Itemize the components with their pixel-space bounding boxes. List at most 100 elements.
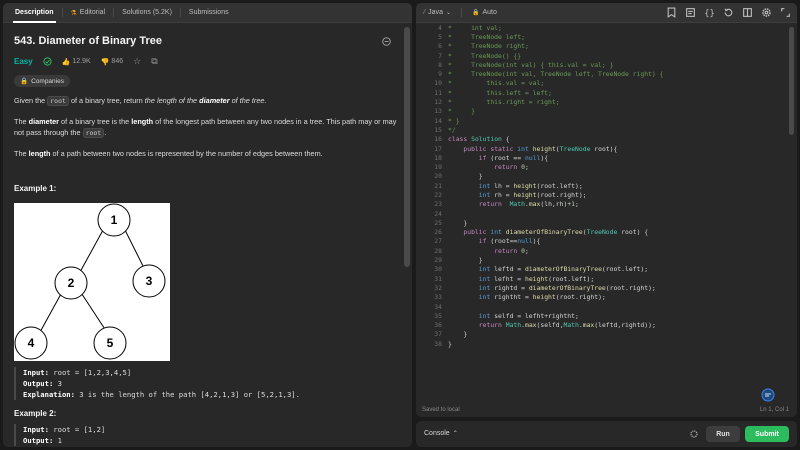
code-line[interactable]: 32 int rightd = diameterOfBinaryTree(roo…	[416, 283, 797, 292]
line-number: 6	[438, 42, 442, 51]
code-line[interactable]: 28 return 0;	[416, 246, 797, 255]
code-line[interactable]: 10 * this.val = val;	[416, 79, 797, 88]
line-number: 31	[434, 274, 442, 283]
code-line[interactable]: 33 int rightht = height(root.right);	[416, 293, 797, 302]
example-2-heading: Example 2:	[14, 409, 57, 418]
lock-icon: 🔒	[472, 10, 480, 16]
line-number: 37	[434, 330, 442, 339]
code-line[interactable]: 16 class Solution {	[416, 135, 797, 144]
note-icon[interactable]	[685, 7, 696, 18]
bookmark-icon[interactable]	[666, 7, 677, 18]
code-line[interactable]: 14 * }	[416, 116, 797, 125]
language-select[interactable]: ⁄ Java ⌄	[424, 9, 451, 16]
line-number: 27	[434, 237, 442, 246]
line-number: 38	[434, 339, 442, 348]
code-text: public static int height(TreeNode root){	[463, 144, 618, 153]
code-line[interactable]: 18 if (root == null){	[416, 153, 797, 162]
scrollbar[interactable]	[404, 27, 410, 267]
code-line[interactable]: 6 * TreeNode right;	[416, 42, 797, 51]
code-line[interactable]: 23 return Math.max(lh,rh)+1;	[416, 200, 797, 209]
code-line[interactable]: 5 * TreeNode left;	[416, 32, 797, 41]
code-line[interactable]: 27 if (root==null){	[416, 237, 797, 246]
line-number: 15	[434, 125, 442, 134]
debug-icon[interactable]	[689, 429, 699, 439]
code-line[interactable]: 35 int selfd = lefht+rightht;	[416, 311, 797, 320]
code-text: return Math.max(lh,rh)+1;	[478, 200, 579, 209]
svg-text:{}: {}	[704, 9, 715, 18]
run-button[interactable]: Run	[706, 426, 740, 442]
like-button[interactable]: 👍 12.9K	[62, 58, 91, 66]
code-line[interactable]: 8 * TreeNode(int val) { this.val = val; }	[416, 60, 797, 69]
submit-button[interactable]: Submit	[745, 426, 789, 442]
star-icon[interactable]: ☆	[133, 56, 141, 67]
tree-node-3: 3	[146, 274, 153, 288]
code-text: if (root == null){	[478, 153, 549, 162]
braces-icon[interactable]: {}	[704, 7, 715, 18]
share-icon[interactable]: ⧉	[151, 56, 157, 67]
code-line[interactable]: 13 * }	[416, 107, 797, 116]
gear-icon[interactable]	[761, 7, 772, 18]
code-area[interactable]: 4 * int val; 5 * TreeNode left; 6 * TreeNode …	[416, 23, 797, 348]
code-text: int rightht = height(root.right);	[478, 293, 606, 302]
tab-solutions[interactable]: Solutions (5.2K)	[114, 3, 180, 23]
auto-mode-toggle[interactable]: 🔒 Auto	[472, 9, 497, 16]
code-line[interactable]: 4 * int val;	[416, 23, 797, 32]
tree-node-5: 5	[107, 336, 114, 350]
code-line[interactable]: 15 */	[416, 125, 797, 134]
description-paragraph-2: The diameter of a binary tree is the len…	[14, 117, 397, 138]
difficulty-badge: Easy	[14, 57, 33, 66]
line-number: 10	[434, 79, 442, 88]
code-line[interactable]: 38}	[416, 339, 797, 348]
code-line[interactable]: 37 }	[416, 330, 797, 339]
code-text: * int val;	[448, 23, 502, 32]
code-line[interactable]: 36 return Math.max(selfd,Math.max(leftd,…	[416, 321, 797, 330]
problem-tabbar: Description ⚗ Editorial Solutions (5.2K)…	[3, 3, 412, 23]
code-line[interactable]: 9 * TreeNode(int val, TreeNode left, Tree…	[416, 69, 797, 78]
editor-scrollbar[interactable]	[789, 27, 794, 135]
code-line[interactable]: 21 int lh = height(root.left);	[416, 181, 797, 190]
companies-button[interactable]: 🔒 Companies	[14, 75, 70, 87]
example-1-heading: Example 1:	[14, 184, 57, 193]
cursor-position: Ln 1, Col 1	[759, 407, 789, 413]
info-icon[interactable]	[382, 36, 391, 46]
code-text: }	[448, 172, 483, 181]
line-number: 18	[434, 153, 442, 162]
line-number: 8	[438, 60, 442, 69]
line-number: 35	[434, 311, 442, 320]
code-line[interactable]: 25 }	[416, 218, 797, 227]
split-icon[interactable]	[742, 7, 753, 18]
code-text: * }	[448, 116, 460, 125]
code-line[interactable]: 34	[416, 302, 797, 311]
code-text: return Math.max(selfd,Math.max(leftd,rig…	[478, 321, 656, 330]
chevron-up-icon: ⌃	[452, 431, 458, 437]
code-line[interactable]: 19 return 0;	[416, 162, 797, 171]
line-number: 14	[434, 116, 442, 125]
code-line[interactable]: 12 * this.right = right;	[416, 97, 797, 106]
description-paragraph-3: The length of a path between two nodes i…	[14, 149, 323, 158]
dislike-button[interactable]: 👎 846	[101, 58, 123, 66]
chat-assistant-icon[interactable]	[761, 388, 775, 402]
code-line[interactable]: 26 public int diameterOfBinaryTree(TreeN…	[416, 228, 797, 237]
console-toggle[interactable]: Console ⌃	[424, 430, 458, 437]
code-line[interactable]: 22 int rh = height(root.right);	[416, 190, 797, 199]
code-line[interactable]: 29 }	[416, 255, 797, 264]
code-line[interactable]: 31 int lefht = height(root.left);	[416, 274, 797, 283]
line-number: 9	[438, 70, 442, 79]
code-line[interactable]: 30 int leftd = diameterOfBinaryTree(root…	[416, 265, 797, 274]
code-line[interactable]: 24	[416, 209, 797, 218]
example-1-io: Input: root = [1,2,3,4,5] Output: 3 Expl…	[14, 367, 399, 400]
line-number: 25	[434, 218, 442, 227]
code-line[interactable]: 20 }	[416, 172, 797, 181]
tree-node-4: 4	[28, 336, 35, 350]
chevron-down-icon: ⌄	[445, 10, 451, 16]
tab-submissions[interactable]: Submissions	[181, 3, 237, 23]
thumbs-down-icon: 👎	[100, 58, 110, 66]
expand-icon[interactable]	[780, 7, 791, 18]
code-line[interactable]: 11 * this.left = left;	[416, 88, 797, 97]
code-line[interactable]: 7 * TreeNode() {}	[416, 51, 797, 60]
tab-editorial[interactable]: ⚗ Editorial	[63, 3, 114, 23]
code-text: * this.left = left;	[448, 88, 552, 97]
tab-description[interactable]: Description	[7, 3, 62, 23]
reset-icon[interactable]	[723, 7, 734, 18]
code-line[interactable]: 17 public static int height(TreeNode roo…	[416, 144, 797, 153]
